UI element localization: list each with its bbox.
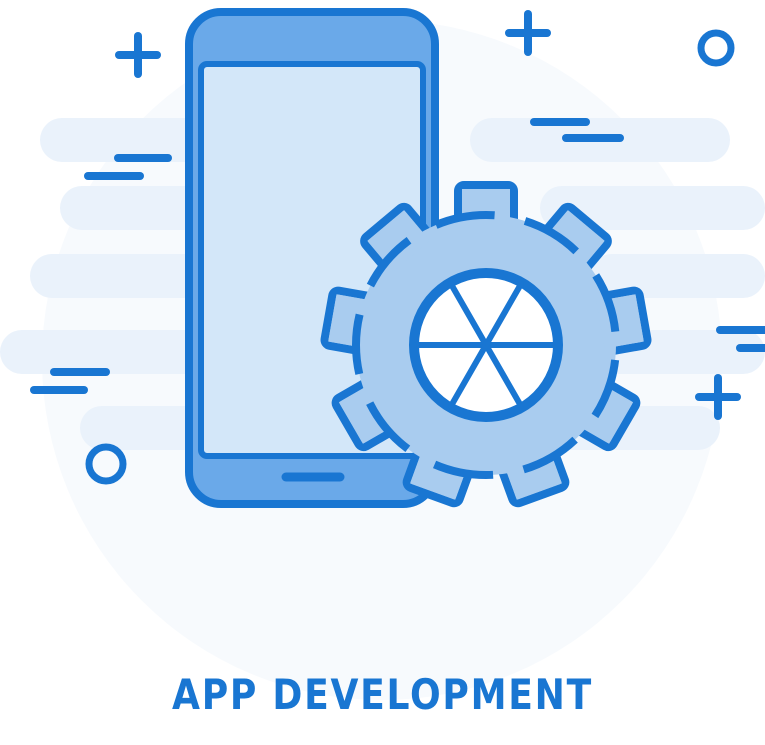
app-development-illustration: APP DEVELOPMENT (0, 0, 765, 745)
illustration-art (0, 8, 765, 700)
illustration-title: APP DEVELOPMENT (172, 670, 593, 719)
